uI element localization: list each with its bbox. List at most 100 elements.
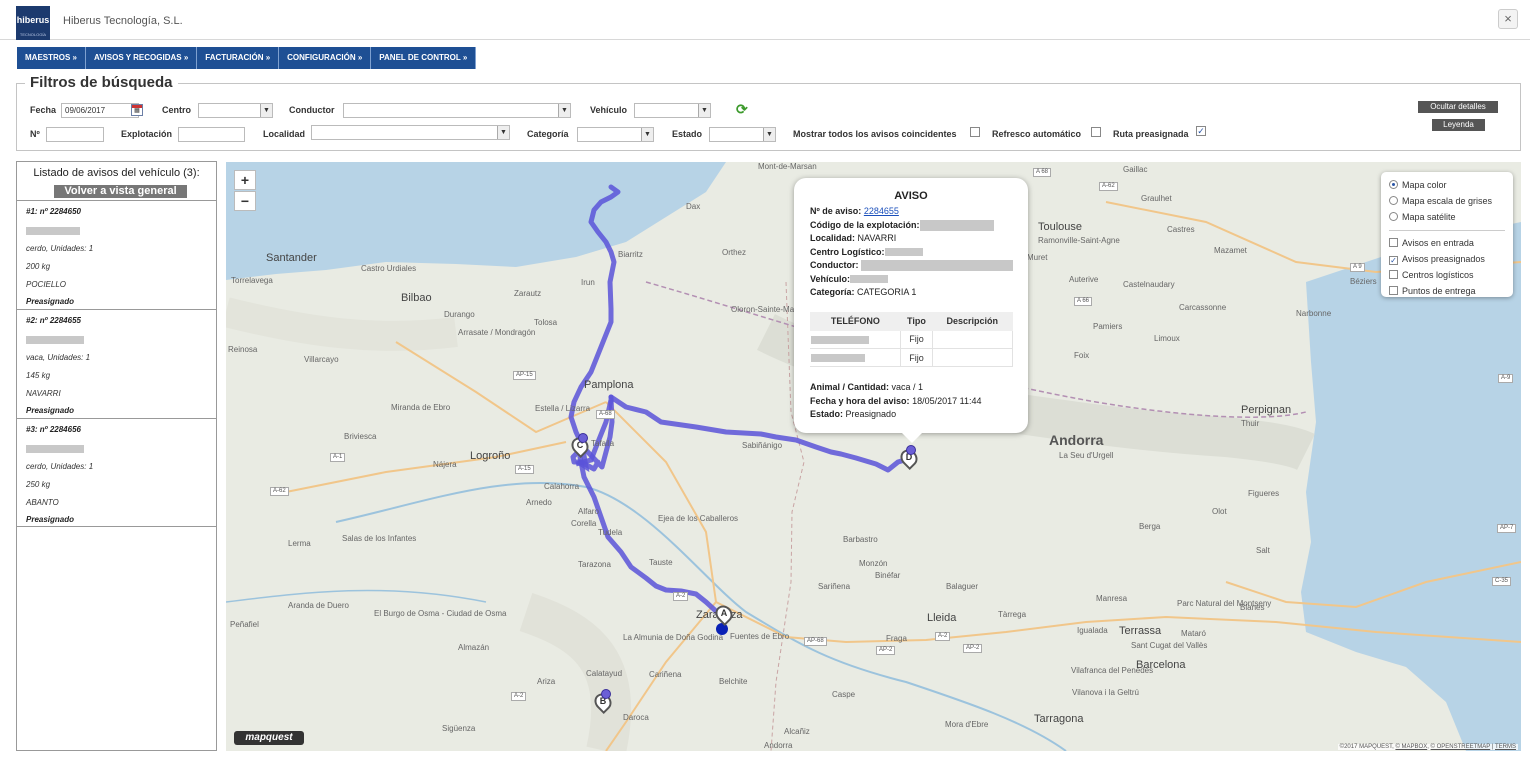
aviso-number-link[interactable]: 2284655 xyxy=(864,206,899,216)
aviso-locality: POCIELLO xyxy=(26,280,67,289)
centro-label: Centro xyxy=(162,105,191,115)
road-shield: AP-2 xyxy=(876,646,896,655)
map-place: Parc Natural del Montseny xyxy=(1177,599,1272,608)
explotacion-input[interactable] xyxy=(178,127,245,142)
num-label: Nº de aviso: xyxy=(810,206,862,216)
map-place: Mazamet xyxy=(1214,246,1247,255)
ruta-checkbox[interactable]: ✓ xyxy=(1196,126,1206,136)
zoom-in-button[interactable]: + xyxy=(234,170,256,190)
vehiculo-select[interactable]: ▼ xyxy=(634,103,711,118)
attribution-mapbox-link[interactable]: © MAPBOX xyxy=(1395,744,1427,750)
chevron-down-icon: ▼ xyxy=(641,128,653,141)
estado-label: Estado xyxy=(672,129,703,139)
conductor-label: Conductor: xyxy=(810,260,859,270)
aviso-locality: ABANTO xyxy=(26,498,59,507)
map-place: Orthez xyxy=(722,248,747,257)
menu-avisos-recogidas[interactable]: AVISOS Y RECOGIDAS » xyxy=(86,47,198,69)
menu-panel-control[interactable]: PANEL DE CONTROL » xyxy=(371,47,477,69)
mostrar-checkbox[interactable] xyxy=(970,127,980,137)
pin-ball-icon xyxy=(906,445,916,455)
map-place: Caspe xyxy=(832,690,856,699)
overlay-centros-logisticos[interactable]: Centros logísticos xyxy=(1389,268,1505,284)
map-place: Mataró xyxy=(1181,629,1206,638)
list-item[interactable]: #2: nº 2284655 vaca, Unidades: 1 145 kg … xyxy=(17,309,216,418)
popup-num-row: Nº de aviso: 2284655 xyxy=(810,205,1012,219)
map-place: Carcassonne xyxy=(1179,303,1227,312)
road-shield: A-9 xyxy=(1498,374,1514,383)
conductor-select[interactable]: ▼ xyxy=(343,103,571,118)
refresco-checkbox[interactable] xyxy=(1091,127,1101,137)
aviso-weight: 200 kg xyxy=(26,262,51,271)
map-place: Alfaro xyxy=(578,507,599,516)
map-place: Tolosa xyxy=(534,318,558,327)
attribution-terms-link[interactable]: TERMS xyxy=(1495,744,1516,750)
map-place: Almazán xyxy=(458,643,490,652)
chevron-down-icon: ▼ xyxy=(763,128,775,141)
phone-tipo: Fijo xyxy=(900,348,933,367)
ocultar-detalles-button[interactable]: Ocultar detalles xyxy=(1418,101,1498,113)
localidad-value: NAVARRI xyxy=(857,233,897,243)
map-place: Durango xyxy=(444,310,475,319)
phone-redacted xyxy=(810,330,902,349)
map-place: Gaillac xyxy=(1123,165,1148,174)
map-place: Logroño xyxy=(470,450,511,462)
layer-mapa-color[interactable]: Mapa color xyxy=(1389,178,1505,194)
map-place: Tafalla xyxy=(591,439,615,448)
overlay-puntos-entrega[interactable]: Puntos de entrega xyxy=(1389,284,1505,300)
list-item[interactable]: #3: nº 2284656 cerdo, Unidades: 1 250 kg… xyxy=(17,418,216,527)
calendar-icon[interactable]: ▦ xyxy=(131,104,143,116)
refresh-icon[interactable]: ⟳ xyxy=(736,101,748,118)
map-place: Barbastro xyxy=(843,535,878,544)
animal-value: vaca / 1 xyxy=(891,382,924,392)
centro-select[interactable]: ▼ xyxy=(198,103,273,118)
layer-label: Avisos en entrada xyxy=(1402,238,1474,248)
popup-estado-row: Estado: Preasignado xyxy=(810,408,1012,422)
map-place: Alcañiz xyxy=(784,727,810,736)
layer-mapa-satelite[interactable]: Mapa satélite xyxy=(1389,210,1505,226)
localidad-select[interactable]: ▼ xyxy=(311,125,510,140)
menu-facturacion[interactable]: FACTURACIÓN » xyxy=(197,47,280,69)
leyenda-button[interactable]: Leyenda xyxy=(1432,119,1485,131)
map-place: Béziers xyxy=(1350,277,1377,286)
overlay-avisos-entrada[interactable]: Avisos en entrada xyxy=(1389,236,1505,252)
map-place: Limoux xyxy=(1154,334,1180,343)
road-shield: A-68 xyxy=(596,410,615,419)
menu-configuracion[interactable]: CONFIGURACIÓN » xyxy=(279,47,372,69)
route-map[interactable]: Santander Torrelavega Castro Urdiales Bi… xyxy=(226,162,1521,751)
attribution-osm-link[interactable]: © OPENSTREETMAP xyxy=(1431,744,1491,750)
map-place: Salt xyxy=(1256,546,1270,555)
fecha-input[interactable]: 09/06/2017 xyxy=(61,103,139,118)
map-place: El Burgo de Osma - Ciudad de Osma xyxy=(374,609,507,618)
estado-select[interactable]: ▼ xyxy=(709,127,776,142)
categoria-value: CATEGORIA 1 xyxy=(857,287,917,297)
categoria-select[interactable]: ▼ xyxy=(577,127,654,142)
overlay-avisos-preasignados[interactable]: ✓ Avisos preasignados xyxy=(1389,252,1505,268)
localidad-label: Localidad: xyxy=(810,233,856,243)
list-title: Listado de avisos del vehículo (3): xyxy=(33,167,200,179)
back-to-overview-button[interactable]: Volver a vista general xyxy=(54,185,187,198)
numero-input[interactable] xyxy=(46,127,104,142)
map-place: Lerma xyxy=(288,539,311,548)
close-button[interactable]: × xyxy=(1498,9,1518,29)
zoom-out-button[interactable]: − xyxy=(234,191,256,211)
refresco-label: Refresco automático xyxy=(992,129,1082,139)
map-place: Lleida xyxy=(927,612,957,624)
popup-animal-row: Animal / Cantidad: vaca / 1 xyxy=(810,381,1012,395)
map-place: Perpignan xyxy=(1241,404,1292,416)
menu-maestros[interactable]: MAESTROS » xyxy=(17,47,87,69)
map-place: Briviesca xyxy=(344,432,377,441)
company-name: Hiberus Tecnología, S.L. xyxy=(63,15,183,27)
map-place: Santander xyxy=(266,252,317,264)
map-place: Aranda de Duero xyxy=(288,601,349,610)
map-place: La Seu d'Urgell xyxy=(1059,451,1114,460)
list-item[interactable]: #1: nº 2284650 cerdo, Unidades: 1 200 kg… xyxy=(17,200,216,309)
layer-mapa-grises[interactable]: Mapa escala de grises xyxy=(1389,194,1505,210)
map-place: Cariñena xyxy=(649,670,682,679)
map-place: Mont-de-Marsan xyxy=(758,162,817,171)
origin-dot[interactable] xyxy=(716,623,728,635)
checkbox-icon xyxy=(1389,270,1398,279)
centro-label: Centro Logístico: xyxy=(810,246,885,257)
map-place: Graulhet xyxy=(1141,194,1172,203)
map-place: Sariñena xyxy=(818,582,851,591)
map-place: Oloron-Sainte-Marie xyxy=(731,305,804,314)
